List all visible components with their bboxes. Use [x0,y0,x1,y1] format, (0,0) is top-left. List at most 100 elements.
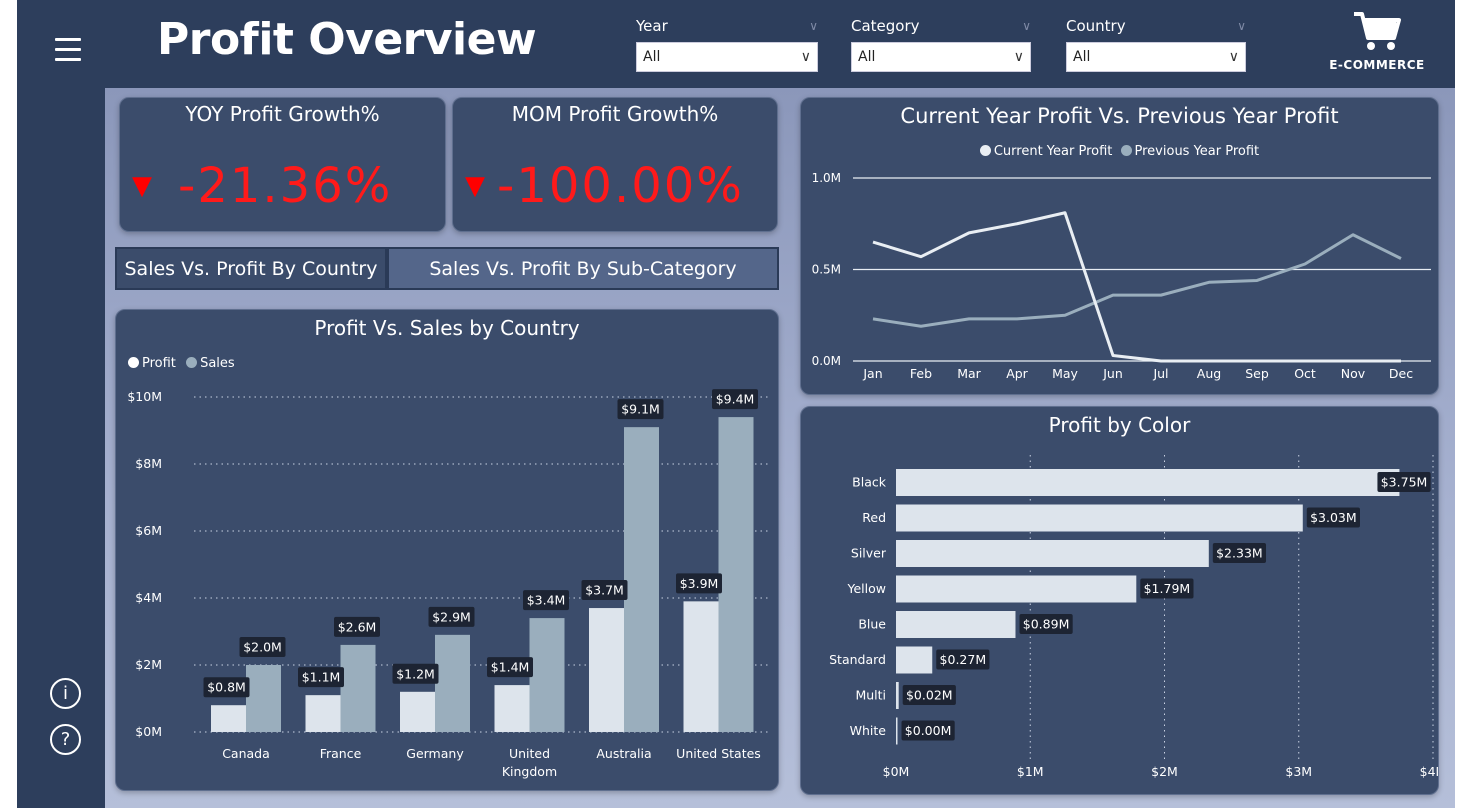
report-canvas: i ? Profit Overview Year ∨ All ∨ Categor… [17,0,1455,808]
y-tick-label: Multi [855,688,886,703]
x-tick-label: May [1052,366,1078,381]
yoy-kpi-card: YOY Profit Growth% ▼ -21.36% [119,97,446,232]
country-chart-card: Profit Vs. Sales by Country Profit Sales… [115,309,779,791]
x-tick-label: Dec [1389,366,1413,381]
y-tick-label: $0M [135,724,162,739]
x-tick-label: $2M [1151,764,1178,779]
chevron-down-icon: ∨ [1228,49,1239,65]
color-profit-bar [896,540,1209,567]
sales-data-label: $3.4M [527,593,566,608]
y-tick-label: $4M [135,590,162,605]
brand-logo: E-COMMERCE [1322,10,1432,72]
sales-data-label: $2.9M [432,609,471,624]
color-profit-bar [896,717,898,745]
y-tick-label: Red [862,510,886,525]
info-icon[interactable]: i [50,678,81,709]
sales-bar [624,427,659,732]
sales-bar [718,417,754,732]
y-tick-label: $10M [127,389,162,404]
color-chart-card: Profit by Color $0M$1M$2M$3M$4MBlack$3.7… [800,406,1439,795]
x-tick-label: Oct [1294,366,1316,381]
yoy-kpi-title: YOY Profit Growth% [185,102,380,126]
profit-data-label: $1.4M [491,660,530,675]
profit-bar [400,691,435,732]
sales-data-label: $9.4M [716,392,755,407]
x-tick-label: Aug [1197,366,1221,381]
x-tick-label: United States [676,746,761,761]
nav-button-subcategory[interactable]: Sales Vs. Profit By Sub-Category [387,247,779,290]
color-profit-bar [896,682,899,709]
color-data-label: $2.33M [1216,546,1263,561]
color-profit-bar [896,469,1400,496]
chevron-down-icon[interactable]: ∨ [1237,19,1246,33]
sales-bar [529,618,565,732]
x-tick-label: France [320,746,362,761]
left-rail: i ? [17,0,105,808]
sales-data-label: $9.1M [621,402,660,417]
sales-bar [435,634,470,732]
year-slicer-label: Year [636,17,668,35]
mom-kpi-card: MOM Profit Growth% ▼ -100.00% [452,97,778,232]
x-tick-label: Germany [406,746,464,761]
chevron-down-icon[interactable]: ∨ [809,19,818,33]
x-tick-label: $3M [1285,764,1312,779]
color-data-label: $3.03M [1310,510,1357,525]
profit-bar [211,705,246,732]
country-slicer: Country ∨ All ∨ [1066,14,1246,72]
profit-bar [494,685,530,732]
menu-icon[interactable] [55,38,81,61]
down-triangle-icon: ▼ [132,171,152,201]
chevron-down-icon[interactable]: ∨ [1022,19,1031,33]
chevron-down-icon: ∨ [1013,49,1024,65]
profit-trend-card: Current Year Profit Vs. Previous Year Pr… [800,97,1439,395]
shopping-cart-icon [1354,12,1401,50]
y-tick-label: 0.5M [812,263,841,277]
profit-bar [305,695,341,732]
x-tick-label: $4M [1420,764,1438,779]
color-profit-bar [896,611,1016,638]
year-dropdown-value: All [643,49,661,65]
profit-line-chart: 0.0M 0.5M 1.0M Jan Feb Mar Apr May Jun Jul Aug Sep O… [812,171,1431,381]
previous-year-line [872,233,1402,328]
y-tick-label: 0.0M [812,354,841,368]
color-data-label: $3.75M [1381,475,1428,490]
x-tick-label: Nov [1341,366,1366,381]
sales-data-label: $2.0M [243,640,282,655]
sales-bar [340,644,376,732]
year-dropdown[interactable]: All ∨ [636,42,818,72]
mom-kpi-value: -100.00% [497,158,744,214]
profit-bar [683,601,719,732]
help-icon[interactable]: ? [50,724,81,755]
y-tick-label: Standard [829,652,886,667]
y-tick-label: Blue [858,617,886,632]
color-profit-bar [896,575,1137,603]
y-tick-label: Silver [851,546,887,561]
x-tick-label: Apr [1006,366,1028,381]
x-tick-label: Jan [862,366,882,381]
y-tick-label: Black [852,475,887,490]
x-tick-label: Kingdom [502,764,557,779]
x-tick-label: Australia [596,746,651,761]
sales-data-label: $2.6M [338,619,377,634]
page-title: Profit Overview [157,14,537,65]
x-tick-label: $0M [883,764,910,779]
mom-kpi-title: MOM Profit Growth% [511,102,719,126]
country-dropdown-value: All [1073,49,1091,65]
x-tick-label: Canada [222,746,270,761]
profit-data-label: $1.1M [302,670,341,685]
country-bar-chart: $0M $2M $4M $6M $8M $10M $0.8M $2.0M Canada $1.1M… [127,389,771,779]
x-tick-label: $1M [1017,764,1044,779]
profit-data-label: $3.9M [680,576,719,591]
profit-data-label: $3.7M [585,583,624,598]
x-tick-label: Mar [957,366,981,381]
y-tick-label: $8M [135,456,162,471]
nav-button-country[interactable]: Sales Vs. Profit By Country [115,247,387,290]
year-slicer: Year ∨ All ∨ [636,14,818,72]
country-dropdown[interactable]: All ∨ [1066,42,1246,72]
category-dropdown[interactable]: All ∨ [851,42,1031,72]
category-slicer: Category ∨ All ∨ [851,14,1031,72]
color-data-label: $0.27M [940,652,987,667]
down-triangle-icon: ▼ [465,171,485,201]
current-year-line [872,211,1401,363]
x-tick-label: Jun [1102,366,1123,381]
